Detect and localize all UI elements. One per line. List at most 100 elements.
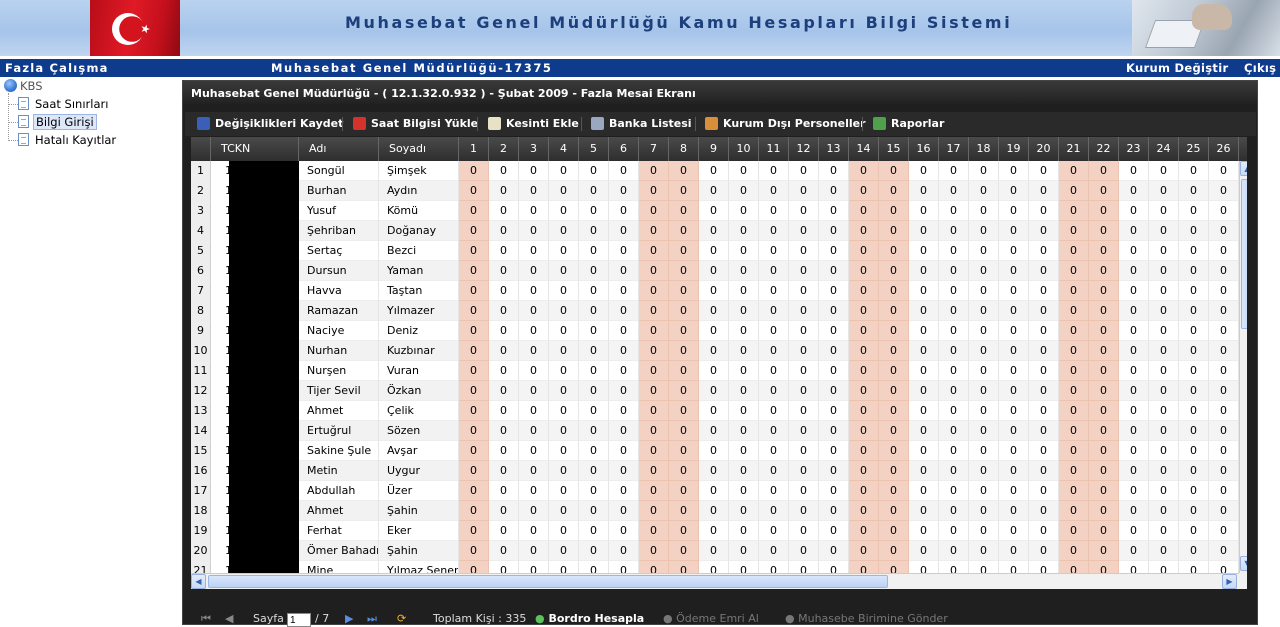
- hours-cell[interactable]: 0: [849, 181, 879, 201]
- surname-cell[interactable]: Taştan: [379, 281, 459, 301]
- hours-cell[interactable]: 0: [1029, 461, 1059, 481]
- table-row[interactable]: 191FerhatEker000000000000000000000000000: [191, 521, 1239, 541]
- hours-cell[interactable]: 0: [819, 281, 849, 301]
- hours-cell[interactable]: 0: [1029, 521, 1059, 541]
- hours-cell[interactable]: 0: [1089, 441, 1119, 461]
- hours-cell[interactable]: 0: [999, 201, 1029, 221]
- hours-cell[interactable]: 0: [609, 161, 639, 181]
- hours-cell[interactable]: 0: [1179, 461, 1209, 481]
- hours-cell[interactable]: 0: [789, 401, 819, 421]
- header-day[interactable]: 7: [639, 137, 669, 161]
- hours-cell[interactable]: 0: [489, 341, 519, 361]
- hours-cell[interactable]: 0: [489, 281, 519, 301]
- header-day[interactable]: 18: [969, 137, 999, 161]
- hours-cell[interactable]: 0: [909, 521, 939, 541]
- hours-cell[interactable]: 0: [1179, 281, 1209, 301]
- hours-cell[interactable]: 0: [549, 241, 579, 261]
- hours-cell[interactable]: 0: [669, 261, 699, 281]
- hours-cell[interactable]: 0: [459, 281, 489, 301]
- hours-cell[interactable]: 0: [909, 381, 939, 401]
- surname-cell[interactable]: Avşar: [379, 441, 459, 461]
- hours-cell[interactable]: 0: [909, 181, 939, 201]
- hours-cell[interactable]: 0: [789, 301, 819, 321]
- name-cell[interactable]: Nurhan: [299, 341, 379, 361]
- hours-cell[interactable]: 0: [489, 421, 519, 441]
- hours-cell[interactable]: 0: [639, 381, 669, 401]
- hours-cell[interactable]: 0: [939, 481, 969, 501]
- hours-cell[interactable]: 0: [1059, 381, 1089, 401]
- hours-cell[interactable]: 0: [879, 301, 909, 321]
- hours-cell[interactable]: 0: [549, 261, 579, 281]
- hours-cell[interactable]: 0: [489, 381, 519, 401]
- hours-cell[interactable]: 0: [969, 361, 999, 381]
- hours-cell[interactable]: 0: [519, 461, 549, 481]
- hours-cell[interactable]: 0: [669, 461, 699, 481]
- hours-cell[interactable]: 0: [609, 221, 639, 241]
- hours-cell[interactable]: 0: [459, 241, 489, 261]
- hours-cell[interactable]: 0: [519, 201, 549, 221]
- hours-cell[interactable]: 0: [939, 341, 969, 361]
- hours-cell[interactable]: 0: [519, 321, 549, 341]
- table-row[interactable]: 101NurhanKuzbınar00000000000000000000000…: [191, 341, 1239, 361]
- table-row[interactable]: 161MetinUygur000000000000000000000000000: [191, 461, 1239, 481]
- hours-cell[interactable]: 0: [579, 401, 609, 421]
- hours-cell[interactable]: 0: [489, 541, 519, 561]
- hours-cell[interactable]: 0: [1119, 181, 1149, 201]
- hours-cell[interactable]: 0: [609, 501, 639, 521]
- hours-cell[interactable]: 0: [609, 541, 639, 561]
- hours-cell[interactable]: 0: [969, 441, 999, 461]
- hours-cell[interactable]: 0: [459, 521, 489, 541]
- hours-cell[interactable]: 0: [909, 421, 939, 441]
- hours-cell[interactable]: 0: [579, 341, 609, 361]
- hours-cell[interactable]: 0: [819, 521, 849, 541]
- hours-cell[interactable]: 0: [639, 521, 669, 541]
- hours-cell[interactable]: 0: [849, 441, 879, 461]
- hours-cell[interactable]: 0: [1059, 341, 1089, 361]
- hours-cell[interactable]: 0: [1149, 321, 1179, 341]
- hours-cell[interactable]: 0: [699, 281, 729, 301]
- hours-cell[interactable]: 0: [639, 161, 669, 181]
- hours-cell[interactable]: 0: [999, 401, 1029, 421]
- name-cell[interactable]: Naciye: [299, 321, 379, 341]
- hours-cell[interactable]: 0: [669, 281, 699, 301]
- tree-root-kbs[interactable]: KBS: [4, 79, 43, 93]
- hours-cell[interactable]: 0: [489, 261, 519, 281]
- hours-cell[interactable]: 0: [1029, 241, 1059, 261]
- header-day[interactable]: 21: [1059, 137, 1089, 161]
- hours-cell[interactable]: 0: [939, 301, 969, 321]
- hours-cell[interactable]: 0: [1119, 441, 1149, 461]
- hours-cell[interactable]: 0: [759, 281, 789, 301]
- hours-cell[interactable]: 0: [849, 161, 879, 181]
- hours-cell[interactable]: 0: [759, 181, 789, 201]
- hours-cell[interactable]: 0: [669, 181, 699, 201]
- hours-cell[interactable]: 0: [879, 221, 909, 241]
- hours-cell[interactable]: 0: [1179, 381, 1209, 401]
- hours-cell[interactable]: 0: [489, 401, 519, 421]
- hours-cell[interactable]: 0: [459, 381, 489, 401]
- hours-cell[interactable]: 0: [1029, 181, 1059, 201]
- hours-cell[interactable]: 0: [969, 341, 999, 361]
- hours-cell[interactable]: 0: [729, 241, 759, 261]
- hours-cell[interactable]: 0: [819, 541, 849, 561]
- bank-list-button[interactable]: Banka Listesi: [591, 117, 692, 130]
- hours-cell[interactable]: 0: [1149, 401, 1179, 421]
- change-organization-link[interactable]: Kurum Değiştir: [1126, 61, 1228, 75]
- hours-cell[interactable]: 0: [759, 481, 789, 501]
- header-day[interactable]: 15: [879, 137, 909, 161]
- tree-item-saat-sinirlari[interactable]: Saat Sınırları: [8, 97, 110, 111]
- hours-cell[interactable]: 0: [729, 541, 759, 561]
- calculate-payroll-button[interactable]: ● Bordro Hesapla: [535, 612, 644, 625]
- table-row[interactable]: 91NaciyeDeniz000000000000000000000000000: [191, 321, 1239, 341]
- hours-cell[interactable]: 0: [939, 201, 969, 221]
- hours-cell[interactable]: 0: [1119, 521, 1149, 541]
- name-cell[interactable]: Metin: [299, 461, 379, 481]
- hours-cell[interactable]: 0: [669, 381, 699, 401]
- hours-cell[interactable]: 0: [819, 261, 849, 281]
- hours-cell[interactable]: 0: [819, 381, 849, 401]
- hours-cell[interactable]: 0: [819, 181, 849, 201]
- hours-cell[interactable]: 0: [1209, 441, 1239, 461]
- hours-cell[interactable]: 0: [1179, 341, 1209, 361]
- hours-cell[interactable]: 0: [1209, 241, 1239, 261]
- header-day[interactable]: 16: [909, 137, 939, 161]
- hours-cell[interactable]: 0: [1059, 161, 1089, 181]
